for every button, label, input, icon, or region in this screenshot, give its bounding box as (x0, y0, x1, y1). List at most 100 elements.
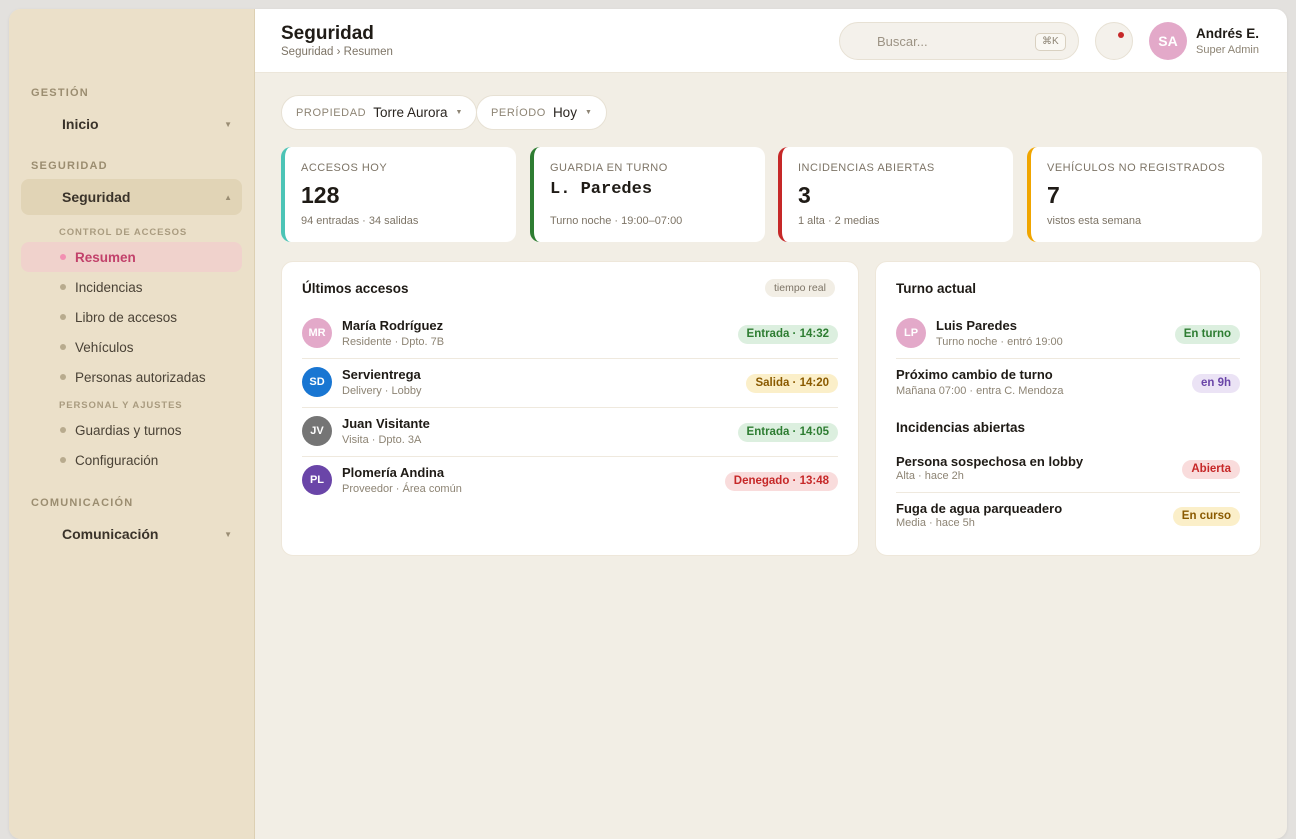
filter-label: PERÍODO (491, 106, 546, 119)
panel-title: Últimos accesos (302, 281, 409, 296)
kpi-incidencias-abiertas[interactable]: INCIDENCIAS ABIERTAS 3 1 alta · 2 medias (778, 147, 1013, 242)
kpi-label: VEHÍCULOS NO REGISTRADOS (1047, 162, 1226, 174)
sidebar-item-label: Configuración (75, 452, 159, 468)
nav-seguridad-label: Seguridad (62, 189, 131, 205)
sidebar-item-libro-accesos[interactable]: Libro de accesos (21, 302, 242, 332)
kpi-vehiculos-no-registrados[interactable]: VEHÍCULOS NO REGISTRADOS 7 vistos esta s… (1027, 147, 1262, 242)
chevron-up-icon: ▲ (224, 192, 232, 202)
kpi-label: GUARDIA EN TURNO (550, 162, 668, 174)
next-shift-meta: Mañana 07:00 · entra C. Mendoza (896, 385, 1064, 397)
kpi-label: ACCESOS HOY (301, 162, 388, 174)
realtime-badge: tiempo real (765, 279, 835, 297)
bullet-icon (60, 427, 66, 433)
guard-meta: Turno noche · entró 19:00 (936, 336, 1063, 348)
guard-row[interactable]: LP Luis Paredes Turno noche · entró 19:0… (896, 310, 1240, 359)
sidebar: GESTIÓN Inicio ▼ SEGURIDAD Seguridad ▲ C… (9, 9, 255, 839)
table-row[interactable]: JV Juan Visitante Visita · Dpto. 3A Entr… (302, 408, 838, 457)
row-name: María Rodríguez (342, 318, 444, 333)
next-shift-title: Próximo cambio de turno (896, 367, 1053, 382)
status-badge: Denegado · 13:48 (724, 472, 838, 491)
incident-row[interactable]: Persona sospechosa en lobby Alta · hace … (896, 446, 1240, 493)
bullet-icon (60, 374, 66, 380)
panel-ultimos-accesos: Últimos accesos tiempo real MR María Rod… (281, 261, 859, 556)
avatar[interactable]: SA (1149, 22, 1187, 60)
chevron-down-icon: ▼ (584, 109, 592, 116)
app-window: GESTIÓN Inicio ▼ SEGURIDAD Seguridad ▲ C… (9, 9, 1287, 839)
bullet-icon (60, 314, 66, 320)
notifications-button[interactable] (1095, 22, 1133, 60)
search-placeholder: Buscar... (877, 34, 928, 49)
table-row[interactable]: PL Plomería Andina Proveedor · Área comú… (302, 457, 838, 506)
incident-meta: Media · hace 5h (896, 517, 975, 529)
avatar: SD (302, 367, 332, 397)
row-meta: Residente · Dpto. 7B (342, 336, 445, 348)
sidebar-item-label: Libro de accesos (75, 309, 178, 325)
kpi-value: 3 (798, 182, 811, 208)
filter-label: PROPIEDAD (296, 106, 367, 119)
incident-title: Persona sospechosa en lobby (896, 454, 1084, 469)
kpi-value: 128 (301, 182, 340, 208)
row-name: Servientrega (342, 367, 421, 382)
kpi-value: L. Paredes (550, 180, 653, 199)
row-meta: Delivery · Lobby (342, 385, 422, 397)
user-name[interactable]: Andrés E. (1196, 26, 1259, 41)
row-meta: Proveedor · Área común (342, 483, 462, 495)
kpi-subtext: 1 alta · 2 medias (798, 215, 880, 227)
search-input[interactable]: Buscar... ⌘K (839, 22, 1079, 60)
breadcrumb[interactable]: Seguridad › Resumen (281, 46, 393, 58)
kpi-value: 7 (1047, 182, 1060, 208)
kpi-subtext: 94 entradas · 34 salidas (301, 215, 419, 227)
row-name: Juan Visitante (342, 416, 430, 431)
bullet-icon (60, 344, 66, 350)
section-title-comunicacion: COMUNICACIÓN (31, 497, 134, 509)
nav-inicio[interactable]: Inicio ▼ (21, 106, 242, 142)
top-header: Seguridad Seguridad › Resumen Buscar... … (255, 9, 1287, 73)
sidebar-item-guardias-turnos[interactable]: Guardias y turnos (21, 415, 242, 445)
notification-dot-icon (1118, 32, 1124, 38)
nav-comunicacion[interactable]: Comunicación ▼ (21, 516, 242, 552)
chevron-down-icon: ▼ (455, 109, 463, 116)
status-badge: En curso (1172, 507, 1240, 526)
table-row[interactable]: MR María Rodríguez Residente · Dpto. 7B … (302, 310, 838, 359)
bullet-icon (60, 284, 66, 290)
filter-propiedad[interactable]: PROPIEDAD Torre Aurora ▼ (281, 95, 478, 130)
status-badge: Abierta (1182, 460, 1240, 479)
nav-seguridad[interactable]: Seguridad ▲ (21, 179, 242, 215)
chevron-down-icon: ▼ (224, 119, 232, 129)
avatar: LP (896, 318, 926, 348)
status-badge: Salida · 14:20 (746, 374, 838, 393)
kpi-accesos-hoy[interactable]: ACCESOS HOY 128 94 entradas · 34 salidas (281, 147, 516, 242)
bullet-icon (60, 457, 66, 463)
sidebar-item-label: Resumen (75, 249, 136, 265)
search-shortcut: ⌘K (1035, 33, 1066, 51)
sidebar-item-configuracion[interactable]: Configuración (21, 445, 242, 475)
next-shift-row[interactable]: Próximo cambio de turno Mañana 07:00 · e… (896, 359, 1240, 408)
sidebar-item-incidencias[interactable]: Incidencias (21, 272, 242, 302)
filter-value: Torre Aurora (373, 105, 448, 120)
panel-title: Turno actual (896, 281, 977, 296)
user-role: Super Admin (1196, 44, 1259, 56)
status-badge: Entrada · 14:32 (737, 325, 838, 344)
section-title-seguridad: SEGURIDAD (31, 160, 108, 172)
kpi-subtext: vistos esta semana (1047, 215, 1142, 227)
kpi-guardia-turno[interactable]: GUARDIA EN TURNO L. Paredes Turno noche … (530, 147, 765, 242)
avatar: MR (302, 318, 332, 348)
filter-periodo[interactable]: PERÍODO Hoy ▼ (476, 95, 607, 130)
avatar: JV (302, 416, 332, 446)
sidebar-item-label: Guardias y turnos (75, 422, 182, 438)
section-title-gestion: GESTIÓN (31, 87, 89, 99)
subsection-control-accesos: CONTROL DE ACCESOS (59, 227, 188, 238)
sidebar-item-vehiculos[interactable]: Vehículos (21, 332, 242, 362)
table-row[interactable]: SD Servientrega Delivery · Lobby Salida … (302, 359, 838, 408)
incident-row[interactable]: Fuga de agua parqueadero Media · hace 5h… (896, 493, 1240, 540)
status-badge: Entrada · 14:05 (737, 423, 838, 442)
incident-meta: Alta · hace 2h (896, 470, 964, 482)
sidebar-item-resumen[interactable]: Resumen (21, 242, 242, 272)
bullet-icon (60, 254, 66, 260)
status-badge: En turno (1174, 325, 1240, 344)
sidebar-item-label: Personas autorizadas (75, 369, 206, 385)
page-title: Seguridad (281, 23, 374, 44)
sidebar-item-label: Vehículos (75, 339, 134, 355)
sidebar-item-personas-autorizadas[interactable]: Personas autorizadas (21, 362, 242, 392)
panel-turno-actual: Turno actual LP Luis Paredes Turno noche… (875, 261, 1261, 556)
